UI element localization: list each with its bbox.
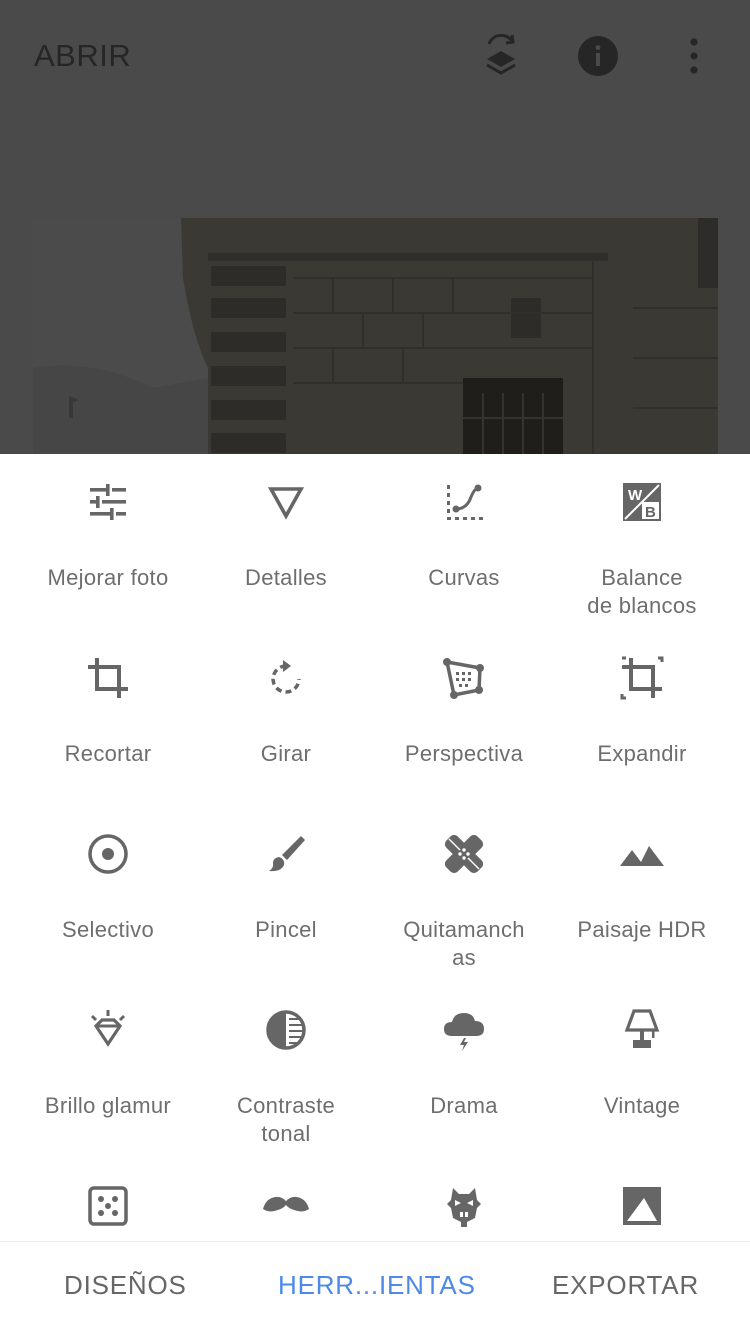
tool-perspectiva[interactable]: Perspectiva [375,630,553,768]
tool-label: Detalles [245,565,327,590]
tool-label: Curvas [428,565,500,590]
rotate-icon [262,654,310,702]
tool-drama[interactable]: Drama [375,982,553,1120]
tool-selectivo[interactable]: Selectivo [19,806,197,944]
retrolux-mustache-icon [262,1182,310,1230]
svg-text:B: B [645,504,656,521]
tool-label: Mejorar foto [47,565,169,590]
tool-recortar[interactable]: Recortar [19,630,197,768]
tool-mejorar-foto[interactable]: Mejorar foto [19,454,197,592]
grainy-film-icon [84,1182,132,1230]
hdr-landscape-icon [618,830,666,878]
tab-export[interactable]: EXPORTAR [552,1270,699,1301]
tool-label: Balance de blancos [587,565,697,618]
tool-expandir[interactable]: Expandir [553,630,731,768]
selective-icon [84,830,132,878]
photo-preview [33,218,718,454]
tool-grainy-film[interactable] [19,1158,197,1241]
tool-label: Contraste tonal [236,1093,336,1146]
tool-grunge[interactable] [375,1158,553,1241]
tune-icon [84,478,132,526]
info-icon[interactable] [574,32,622,80]
tool-label: Perspectiva [404,741,524,766]
tool-label: Girar [260,741,312,766]
tool-label: Selectivo [62,917,154,942]
tool-label: Brillo glamur [44,1093,172,1118]
open-button[interactable]: ABRIR [34,38,131,74]
tool-label: Expandir [597,741,687,766]
more-vert-icon[interactable] [670,32,718,80]
tool-contraste-tonal[interactable]: Contraste tonal [197,982,375,1148]
white-balance-icon: W B [618,478,666,526]
top-bar: ABRIR [0,0,750,454]
tool-black-white[interactable] [553,1158,731,1241]
tool-label: Vintage [603,1093,681,1118]
tool-curvas[interactable]: Curvas [375,454,553,592]
details-triangle-icon [262,478,310,526]
tool-label: Drama [430,1093,498,1118]
drama-icon [440,1006,488,1054]
tool-girar[interactable]: Girar [197,630,375,768]
brush-icon [262,830,310,878]
tools-panel: Mejorar foto Detalles Curvas W B Balance… [0,454,750,1241]
curves-icon [440,478,488,526]
tonal-contrast-icon [262,1006,310,1054]
grunge-icon [440,1182,488,1230]
svg-text:W: W [628,487,643,504]
tool-pincel[interactable]: Pincel [197,806,375,944]
crop-icon [84,654,132,702]
tool-label: Recortar [64,741,152,766]
bottom-nav: DISEÑOS HERR...IENTAS EXPORTAR [0,1241,750,1334]
perspective-icon [440,654,488,702]
tool-balance-de-blancos[interactable]: W B Balance de blancos [553,454,731,620]
tool-retrolux[interactable] [197,1158,375,1241]
tool-paisaje-hdr[interactable]: Paisaje HDR [553,806,731,944]
tab-tools[interactable]: HERR...IENTAS [278,1270,476,1301]
expand-icon [618,654,666,702]
tool-label: Pincel [255,917,317,942]
tool-quitamanchas[interactable]: Quitamanch as [375,806,553,972]
tool-vintage[interactable]: Vintage [553,982,731,1120]
tab-looks[interactable]: DISEÑOS [64,1270,187,1301]
black-white-icon [618,1182,666,1230]
tool-label: Quitamanch as [403,917,525,970]
tool-detalles[interactable]: Detalles [197,454,375,592]
glamour-glow-icon [84,1006,132,1054]
healing-icon [440,830,488,878]
vintage-lamp-icon [618,1006,666,1054]
tool-label: Paisaje HDR [577,917,707,942]
layers-icon[interactable] [477,32,525,80]
tool-brillo-glamur[interactable]: Brillo glamur [19,982,197,1120]
